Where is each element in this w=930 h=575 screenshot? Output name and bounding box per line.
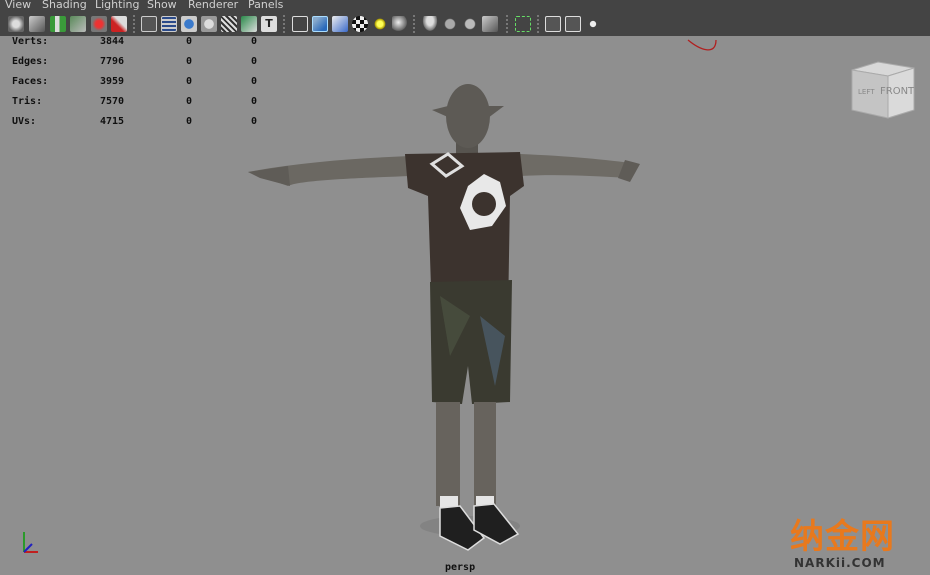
hud-tris-value: 7570 [100, 96, 125, 107]
character-model[interactable] [248, 84, 640, 551]
toolbar-separator [133, 15, 135, 33]
hud-faces-selected: 0 [186, 76, 193, 87]
curve-object[interactable] [687, 39, 717, 51]
hud-edges-value: 7796 [100, 56, 125, 67]
gate-mask-icon[interactable] [161, 16, 177, 32]
menu-shading[interactable]: Shading [42, 0, 87, 11]
wireframe-icon[interactable] [241, 16, 257, 32]
xray-active-icon[interactable] [515, 16, 531, 32]
hud-faces-label: Faces: [12, 76, 49, 87]
menu-view[interactable]: View [5, 0, 31, 11]
hud-faces-component: 0 [251, 76, 258, 87]
hud-faces-value: 3959 [100, 76, 125, 87]
view-cube[interactable]: LEFT FRONT [848, 60, 918, 124]
ambient-occlusion-icon[interactable] [392, 16, 408, 32]
view-cube-front-label[interactable]: FRONT [880, 86, 915, 97]
hud-verts-value: 3844 [100, 36, 125, 47]
isolate-select-icon[interactable] [482, 16, 498, 32]
hud-verts-selected: 0 [186, 36, 193, 47]
toolbar-separator [506, 15, 508, 33]
menu-renderer[interactable]: Renderer [188, 0, 238, 11]
viewport-scene[interactable] [0, 36, 930, 575]
watermark-logo: 纳金网 NARKii.COM [790, 518, 920, 573]
field-chart-icon[interactable] [181, 16, 197, 32]
hud-verts-component: 0 [251, 36, 258, 47]
camera-name: persp [445, 562, 476, 573]
wireframe-on-shaded-icon[interactable] [292, 16, 308, 32]
hud-tris-component: 0 [251, 96, 258, 107]
film-gate-icon[interactable] [111, 16, 127, 32]
hud-verts-label: Verts: [12, 36, 49, 47]
texture-display-icon[interactable] [565, 16, 581, 32]
hud-uvs-label: UVs: [12, 116, 37, 127]
hud-edges-label: Edges: [12, 56, 49, 67]
watermark-en: NARKii.COM [794, 556, 886, 570]
menu-lighting[interactable]: Lighting [95, 0, 139, 11]
hud-uvs-selected: 0 [186, 116, 193, 127]
xray-joints-icon[interactable] [442, 16, 458, 32]
toolbar-separator [413, 15, 415, 33]
hud-tris-label: Tris: [12, 96, 43, 107]
toolbar-separator [283, 15, 285, 33]
hud-edges-selected: 0 [186, 56, 193, 67]
menu-panels[interactable]: Panels [248, 0, 283, 11]
smooth-shade-icon[interactable]: T [261, 16, 277, 32]
image-plane-icon[interactable] [70, 16, 86, 32]
xray-icon[interactable] [422, 16, 438, 32]
toolbar-separator [537, 15, 539, 33]
shadows-icon[interactable] [372, 16, 388, 32]
camera-select-icon[interactable] [8, 16, 24, 32]
bookmark-icon[interactable] [50, 16, 66, 32]
perspective-viewport[interactable] [0, 36, 930, 575]
watermark-cn: 纳金网 [790, 517, 895, 557]
safe-action-icon[interactable] [201, 16, 217, 32]
hud-uvs-component: 0 [251, 116, 258, 127]
safe-title-icon[interactable] [221, 16, 237, 32]
textured-icon[interactable] [312, 16, 328, 32]
hud-icon[interactable] [545, 16, 561, 32]
resolution-gate-icon[interactable] [141, 16, 157, 32]
panel-menubar: View Shading Lighting Show Renderer Pane… [0, 0, 930, 12]
backface-icon[interactable] [462, 16, 478, 32]
view-cube-left-label[interactable]: LEFT [858, 88, 875, 96]
hud-uvs-value: 4715 [100, 116, 125, 127]
grid-icon[interactable] [91, 16, 107, 32]
hud-tris-selected: 0 [186, 96, 193, 107]
all-lights-icon[interactable] [352, 16, 368, 32]
resolution-icon[interactable] [585, 16, 601, 32]
menu-show[interactable]: Show [147, 0, 177, 11]
panel-toolbar: T [0, 12, 930, 37]
axis-indicator [23, 532, 38, 553]
camera-attrs-icon[interactable] [29, 16, 45, 32]
hud-edges-component: 0 [251, 56, 258, 67]
default-light-icon[interactable] [332, 16, 348, 32]
